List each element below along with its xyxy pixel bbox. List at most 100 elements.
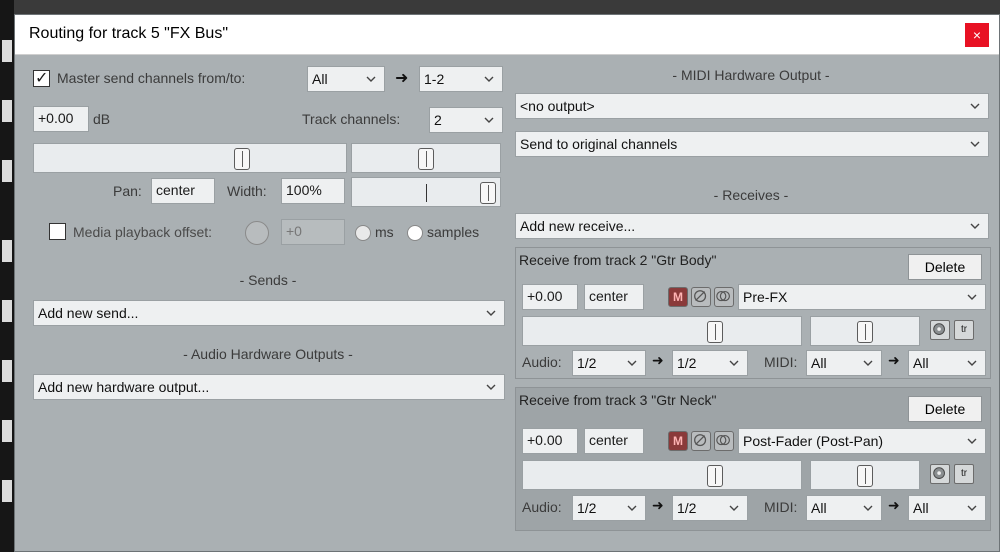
delete-receive-button[interactable]: Delete: [908, 254, 982, 280]
chevron-down-icon: [627, 505, 637, 511]
chevron-down-icon: [970, 223, 980, 229]
width-slider-thumb[interactable]: [480, 182, 496, 204]
envelope-icon[interactable]: [930, 320, 950, 340]
track-channels-value: 2: [434, 112, 442, 128]
midi-label: MIDI:: [764, 499, 798, 515]
chevron-down-icon: [863, 360, 873, 366]
chevron-down-icon: [486, 384, 496, 390]
pan-slider-thumb[interactable]: [857, 321, 873, 343]
midi-output-value: <no output>: [520, 98, 595, 114]
receive-pan-slider[interactable]: [810, 460, 920, 490]
midi-to-select[interactable]: All: [908, 350, 986, 376]
phase-invert-icon[interactable]: [691, 431, 711, 451]
chevron-down-icon: [729, 360, 739, 366]
midi-from-value: All: [811, 500, 827, 516]
receive-mode-value: Post-Fader (Post-Pan): [743, 433, 884, 449]
media-offset-checkbox[interactable]: [49, 223, 66, 240]
delete-receive-button[interactable]: Delete: [908, 396, 982, 422]
midi-from-select[interactable]: All: [806, 495, 882, 521]
add-hw-output-label: Add new hardware output...: [38, 379, 210, 395]
receive-volume-slider[interactable]: [522, 460, 802, 490]
chevron-down-icon: [967, 294, 977, 300]
window-title: Routing for track 5 "FX Bus": [29, 25, 228, 42]
receive-volume-slider[interactable]: [522, 316, 802, 346]
receive-volume-field[interactable]: +0.00: [522, 428, 578, 454]
master-volume-field[interactable]: +0.00: [33, 106, 89, 132]
pan-slider-thumb[interactable]: [857, 465, 873, 487]
width-center-mark: [426, 184, 427, 202]
arrow-icon: ➜: [652, 497, 664, 513]
ms-radio[interactable]: [355, 225, 371, 241]
master-pan-slider[interactable]: [351, 143, 501, 173]
mono-stereo-icon[interactable]: [714, 287, 734, 307]
audio-from-value: 1/2: [577, 500, 597, 516]
audio-from-value: 1/2: [577, 355, 597, 371]
add-receive-label: Add new receive...: [520, 218, 636, 234]
add-send-select[interactable]: Add new send...: [33, 300, 505, 326]
master-volume-slider[interactable]: [33, 143, 347, 173]
pan-slider-thumb[interactable]: [418, 148, 434, 170]
master-send-to-select[interactable]: 1-2: [419, 66, 503, 92]
receive-title: Receive from track 3 "Gtr Neck": [519, 392, 717, 408]
track-channels-label: Track channels:: [302, 111, 401, 127]
phase-invert-icon[interactable]: [691, 287, 711, 307]
samples-radio[interactable]: [407, 225, 423, 241]
samples-label: samples: [427, 224, 480, 240]
volume-slider-thumb[interactable]: [707, 465, 723, 487]
chevron-down-icon: [627, 360, 637, 366]
midi-from-select[interactable]: All: [806, 350, 882, 376]
audio-to-value: 1/2: [677, 355, 697, 371]
width-slider[interactable]: [351, 177, 501, 207]
midi-label: MIDI:: [764, 354, 798, 370]
midi-channels-value: Send to original channels: [520, 136, 678, 152]
volume-slider-thumb[interactable]: [234, 148, 250, 170]
receive-pan-field[interactable]: center: [584, 428, 644, 454]
audio-to-select[interactable]: 1/2: [672, 495, 748, 521]
add-hw-output-select[interactable]: Add new hardware output...: [33, 374, 505, 400]
audio-to-select[interactable]: 1/2: [672, 350, 748, 376]
chevron-down-icon: [967, 438, 977, 444]
receive-pan-field[interactable]: center: [584, 284, 644, 310]
midi-to-value: All: [913, 500, 929, 516]
chevron-down-icon: [366, 76, 376, 82]
midi-to-select[interactable]: All: [908, 495, 986, 521]
mute-button[interactable]: M: [668, 287, 688, 307]
receive-volume-field[interactable]: +0.00: [522, 284, 578, 310]
add-send-label: Add new send...: [38, 305, 139, 321]
trim-icon[interactable]: tr: [954, 320, 974, 340]
media-offset-field[interactable]: +0: [281, 219, 345, 245]
master-send-from-value: All: [312, 71, 328, 87]
audio-from-select[interactable]: 1/2: [572, 350, 646, 376]
mono-stereo-icon[interactable]: [714, 431, 734, 451]
receive-mode-select[interactable]: Pre-FX: [738, 284, 986, 310]
envelope-icon[interactable]: [930, 464, 950, 484]
receives-header: - Receives -: [713, 187, 789, 203]
trim-icon[interactable]: tr: [954, 464, 974, 484]
audio-from-select[interactable]: 1/2: [572, 495, 646, 521]
receive-pan-slider[interactable]: [810, 316, 920, 346]
master-send-to-value: 1-2: [424, 71, 445, 87]
midi-from-value: All: [811, 355, 827, 371]
sends-header: - Sends -: [239, 272, 297, 288]
chevron-down-icon: [863, 505, 873, 511]
master-send-checkbox[interactable]: ✓: [33, 70, 50, 87]
width-field[interactable]: 100%: [281, 178, 345, 204]
chevron-down-icon: [484, 117, 494, 123]
master-send-from-select[interactable]: All: [307, 66, 385, 92]
volume-slider-thumb[interactable]: [707, 321, 723, 343]
track-channels-select[interactable]: 2: [429, 107, 503, 133]
background-strip: [0, 0, 1000, 14]
pan-field[interactable]: center: [151, 178, 215, 204]
add-receive-select[interactable]: Add new receive...: [515, 213, 989, 239]
db-unit-label: dB: [93, 111, 111, 127]
midi-output-select[interactable]: <no output>: [515, 93, 989, 119]
mute-button[interactable]: M: [668, 431, 688, 451]
chevron-down-icon: [486, 310, 496, 316]
receive-mode-select[interactable]: Post-Fader (Post-Pan): [738, 428, 986, 454]
pan-label: Pan:: [113, 183, 142, 199]
midi-channels-select[interactable]: Send to original channels: [515, 131, 989, 157]
chevron-down-icon: [967, 505, 977, 511]
close-button[interactable]: ×: [965, 23, 989, 47]
routing-dialog: Routing for track 5 "FX Bus" × ✓ Master …: [14, 14, 1000, 552]
media-offset-knob-icon[interactable]: [245, 221, 269, 245]
